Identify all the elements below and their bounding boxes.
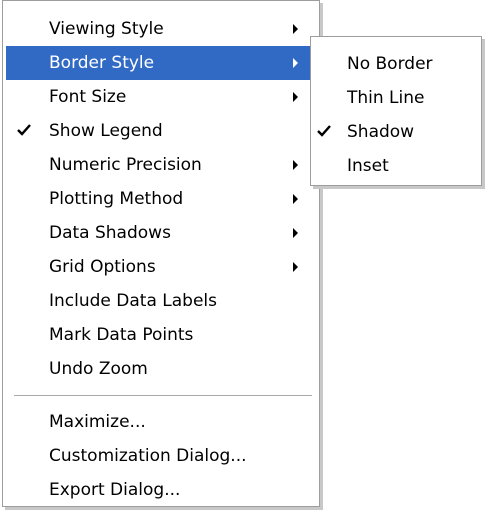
- menu-item-label: Shadow: [347, 122, 415, 142]
- submenu-arrow-icon: [293, 228, 298, 238]
- submenu-arrow-icon: [293, 58, 298, 68]
- submenu-arrow-icon: [293, 262, 298, 272]
- menu-item-label: Show Legend: [49, 121, 163, 141]
- menu-item-data-shadows[interactable]: Data Shadows: [6, 216, 316, 250]
- menu-item-customization-dialog[interactable]: Customization Dialog...: [6, 439, 316, 473]
- menu-item-label: Export Dialog...: [49, 480, 181, 500]
- submenu-arrow-icon: [293, 194, 298, 204]
- menu-item-label: No Border: [347, 54, 433, 74]
- submenu-item-thin-line[interactable]: Thin Line: [314, 81, 478, 115]
- menu-item-mark-data-points[interactable]: Mark Data Points: [6, 318, 316, 352]
- submenu-item-no-border[interactable]: No Border: [314, 47, 478, 81]
- menu-item-border-style[interactable]: Border Style: [6, 46, 316, 80]
- menu-item-label: Thin Line: [347, 88, 425, 108]
- menu-item-label: Plotting Method: [49, 189, 184, 209]
- submenu-arrow-icon: [293, 24, 298, 34]
- submenu-item-inset[interactable]: Inset: [314, 149, 478, 183]
- menu-item-label: Customization Dialog...: [49, 446, 247, 466]
- menu-item-label: Border Style: [49, 53, 155, 73]
- menu-item-label: Numeric Precision: [49, 155, 202, 175]
- menu-item-label: Data Shadows: [49, 223, 171, 243]
- submenu-arrow-icon: [293, 92, 298, 102]
- menu-item-label: Undo Zoom: [49, 359, 148, 379]
- menu-item-undo-zoom[interactable]: Undo Zoom: [6, 352, 316, 386]
- menu-item-label: Grid Options: [49, 257, 156, 277]
- menu-item-label: Include Data Labels: [49, 291, 217, 311]
- submenu-arrow-icon: [293, 160, 298, 170]
- checkmark-icon: [317, 115, 337, 149]
- menu-item-viewing-style[interactable]: Viewing Style: [6, 12, 316, 46]
- checkmark-icon: [17, 114, 37, 148]
- menu-item-maximize[interactable]: Maximize...: [6, 405, 316, 439]
- menu-item-show-legend[interactable]: Show Legend: [6, 114, 316, 148]
- context-menu: Viewing Style Border Style Font Size Sho…: [2, 0, 320, 507]
- menu-item-include-data-labels[interactable]: Include Data Labels: [6, 284, 316, 318]
- border-style-submenu: No Border Thin Line Shadow Inset: [310, 36, 482, 186]
- menu-item-numeric-precision[interactable]: Numeric Precision: [6, 148, 316, 182]
- menu-item-label: Font Size: [49, 87, 127, 107]
- menu-item-label: Mark Data Points: [49, 325, 194, 345]
- menu-item-label: Inset: [347, 156, 389, 176]
- menu-item-grid-options[interactable]: Grid Options: [6, 250, 316, 284]
- menu-item-plotting-method[interactable]: Plotting Method: [6, 182, 316, 216]
- menu-item-label: Viewing Style: [49, 19, 164, 39]
- menu-item-font-size[interactable]: Font Size: [6, 80, 316, 114]
- menu-separator: [14, 395, 312, 396]
- submenu-item-shadow[interactable]: Shadow: [314, 115, 478, 149]
- menu-item-export-dialog[interactable]: Export Dialog...: [6, 473, 316, 507]
- menu-item-label: Maximize...: [49, 412, 146, 432]
